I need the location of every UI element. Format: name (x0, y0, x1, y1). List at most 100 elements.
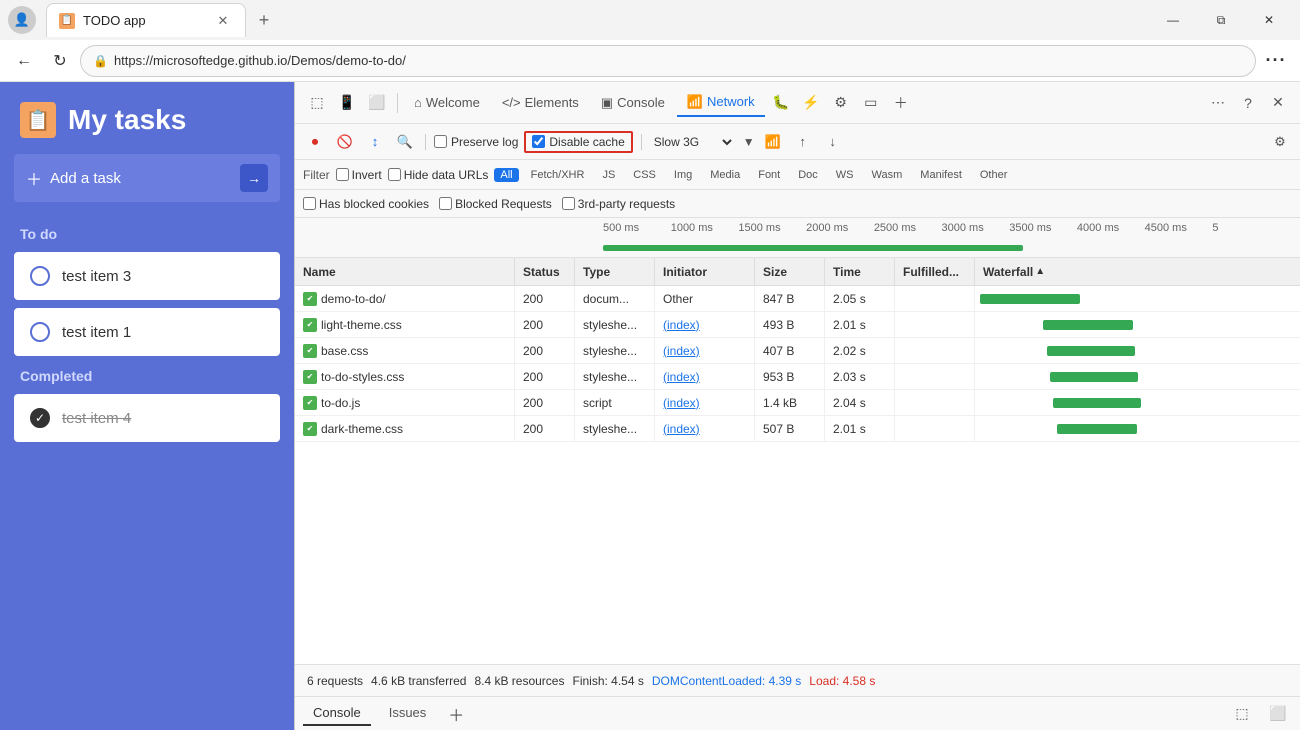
debug-icon-button[interactable]: 🐛 (767, 89, 795, 117)
table-row[interactable]: ✔ to-do.js 200 script (index) 1.4 kB 2.0… (295, 390, 1300, 416)
cell-fulfilled (895, 390, 975, 415)
tab-close-button[interactable]: ✕ (213, 11, 233, 31)
undock-button[interactable]: ⬜ (1264, 700, 1292, 728)
col-header-fulfilled[interactable]: Fulfilled... (895, 258, 975, 285)
cell-fulfilled (895, 338, 975, 363)
col-header-name[interactable]: Name (295, 258, 515, 285)
more-tools-button[interactable]: ⋯ (1204, 89, 1232, 117)
panel-console[interactable]: ▣ Console (591, 89, 675, 117)
new-tab-button[interactable]: + (250, 6, 278, 34)
clear-button[interactable]: 🚫 (333, 130, 357, 154)
minimize-button[interactable]: — (1150, 4, 1196, 36)
search-network-button[interactable]: 🔍 (393, 130, 417, 154)
filter-type-doc[interactable]: Doc (792, 168, 824, 182)
hide-data-urls-label: Hide data URLs (404, 168, 489, 182)
performance-icon-button[interactable]: ⚡ (797, 89, 825, 117)
col-header-waterfall[interactable]: Waterfall ▲ (975, 258, 1300, 285)
table-row[interactable]: ✔ light-theme.css 200 styleshe... (index… (295, 312, 1300, 338)
cell-waterfall (975, 364, 1300, 389)
filter-type-other[interactable]: Other (974, 168, 1014, 182)
todo-logo-icon: 📋 (20, 102, 56, 138)
item-checkbox[interactable] (30, 266, 50, 286)
help-button[interactable]: ? (1234, 89, 1262, 117)
cell-waterfall (975, 390, 1300, 415)
preserve-log-checkbox-label[interactable]: Preserve log (434, 135, 518, 149)
table-row[interactable]: ✔ dark-theme.css 200 styleshe... (index)… (295, 416, 1300, 442)
close-button[interactable]: ✕ (1246, 4, 1292, 36)
list-item[interactable]: test item 1 (14, 308, 280, 356)
filter-type-font[interactable]: Font (752, 168, 786, 182)
filter-type-all[interactable]: All (494, 168, 518, 182)
back-button[interactable]: ← (8, 45, 40, 77)
third-party-checkbox[interactable] (562, 197, 575, 210)
tab-console[interactable]: Console (303, 701, 371, 726)
panel-elements[interactable]: </> Elements (492, 89, 589, 117)
hide-data-urls-checkbox-label[interactable]: Hide data URLs (388, 168, 489, 182)
cell-waterfall (975, 312, 1300, 337)
item-checkbox[interactable] (30, 322, 50, 342)
col-header-status[interactable]: Status (515, 258, 575, 285)
tl-label-7: 4000 ms (1077, 222, 1145, 234)
table-row[interactable]: ✔ demo-to-do/ 200 docum... Other 847 B 2… (295, 286, 1300, 312)
devtools-panel: ⬚ 📱 ⬜ ⌂ Welcome </> Elements ▣ Console 📶 (294, 82, 1300, 730)
filter-type-img[interactable]: Img (668, 168, 698, 182)
blocked-requests-checkbox[interactable] (439, 197, 452, 210)
hide-data-urls-checkbox[interactable] (388, 168, 401, 181)
tab-issues[interactable]: Issues (379, 701, 437, 726)
panel-welcome[interactable]: ⌂ Welcome (404, 89, 490, 117)
list-item[interactable]: test item 3 (14, 252, 280, 300)
profile-avatar[interactable]: 👤 (8, 6, 36, 34)
dock-side-button[interactable]: ⬚ (1228, 700, 1256, 728)
address-bar[interactable]: 🔒 https://microsoftedge.github.io/Demos/… (80, 45, 1256, 77)
blocked-requests-label[interactable]: Blocked Requests (439, 197, 552, 211)
list-item[interactable]: ✓ test item 4 (14, 394, 280, 442)
add-tab-button[interactable]: ＋ (448, 702, 464, 726)
filter-type-js[interactable]: JS (596, 168, 621, 182)
blocked-cookies-label[interactable]: Has blocked cookies (303, 197, 429, 211)
inspect-element-button[interactable]: ⬚ (303, 89, 331, 117)
invert-checkbox[interactable] (336, 168, 349, 181)
fetch-filter-button[interactable]: ↕ (363, 130, 387, 154)
throttle-select[interactable]: Slow 3G Fast 3G No throttling (650, 134, 735, 150)
cell-fulfilled (895, 286, 975, 311)
col-header-initiator[interactable]: Initiator (655, 258, 755, 285)
preserve-log-checkbox[interactable] (434, 135, 447, 148)
cell-status: 200 (515, 338, 575, 363)
lock-icon: 🔒 (93, 54, 108, 68)
filter-type-fetch-xhr[interactable]: Fetch/XHR (525, 168, 591, 182)
col-header-size[interactable]: Size (755, 258, 825, 285)
filter-type-css[interactable]: CSS (627, 168, 662, 182)
more-button[interactable]: ··· (1260, 45, 1292, 77)
network-settings-button[interactable]: ⚙ (1268, 130, 1292, 154)
table-row[interactable]: ✔ base.css 200 styleshe... (index) 407 B… (295, 338, 1300, 364)
layout-icon-button[interactable]: ▭ (857, 89, 885, 117)
refresh-button[interactable]: ↻ (44, 45, 76, 77)
cell-size: 1.4 kB (755, 390, 825, 415)
close-devtools-button[interactable]: ✕ (1264, 89, 1292, 117)
col-header-time[interactable]: Time (825, 258, 895, 285)
filter-type-media[interactable]: Media (704, 168, 746, 182)
filter-type-wasm[interactable]: Wasm (866, 168, 909, 182)
blocked-cookies-checkbox[interactable] (303, 197, 316, 210)
col-header-type[interactable]: Type (575, 258, 655, 285)
panel-network[interactable]: 📶 Network (677, 89, 765, 117)
broadcast-button[interactable]: ⬜ (363, 89, 391, 117)
tab-favicon: 📋 (59, 13, 75, 29)
filter-type-ws[interactable]: WS (830, 168, 860, 182)
filter-type-manifest[interactable]: Manifest (914, 168, 968, 182)
window-controls: — ⧉ ✕ (1150, 4, 1292, 36)
add-task-button[interactable]: ＋ Add a task → (14, 154, 280, 202)
add-panel-button[interactable]: ＋ (887, 89, 915, 117)
elements-icon: </> (502, 95, 521, 110)
browser-tab[interactable]: 📋 TODO app ✕ (46, 3, 246, 37)
settings-icon-button[interactable]: ⚙ (827, 89, 855, 117)
toolbar-sep2 (641, 134, 642, 150)
table-row[interactable]: ✔ to-do-styles.css 200 styleshe... (inde… (295, 364, 1300, 390)
record-button[interactable]: ⏺ (303, 130, 327, 154)
disable-cache-checkbox[interactable] (532, 135, 545, 148)
restore-button[interactable]: ⧉ (1198, 4, 1244, 36)
item-checkbox-checked[interactable]: ✓ (30, 408, 50, 428)
device-emulation-button[interactable]: 📱 (333, 89, 361, 117)
invert-checkbox-label[interactable]: Invert (336, 168, 382, 182)
third-party-label[interactable]: 3rd-party requests (562, 197, 675, 211)
